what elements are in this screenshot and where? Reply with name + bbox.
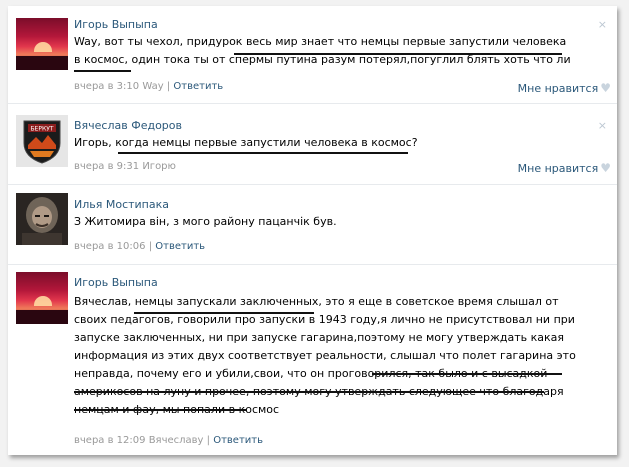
comment-line: Игорь, когда немцы первые запустили чело… [74, 136, 418, 149]
comment-meta: вчера в 12:09 Вячеславу | Ответить [74, 435, 263, 446]
heart-icon: ♥ [600, 81, 611, 95]
comment-text: Way, вот ты чехол, придурок весь мир зна… [74, 33, 594, 69]
beriku-badge-icon: БЕРКУТ [16, 115, 68, 167]
heart-icon: ♥ [600, 161, 611, 175]
comment-line: Вячеслав, немцы запускали заключенных, э… [74, 295, 559, 308]
avatar[interactable] [16, 193, 68, 245]
sunset-sun-graphic [34, 296, 52, 306]
close-icon[interactable]: × [598, 119, 607, 132]
comment-author[interactable]: Илья Мостипака [74, 198, 169, 211]
underline-mark [74, 391, 544, 393]
like-button[interactable]: Мне нравится ♥ [518, 161, 611, 175]
like-label: Мне нравится [517, 162, 599, 175]
comment-text: Игорь, когда немцы первые запустили чело… [74, 134, 594, 152]
comment-time[interactable]: вчера в 3:10 [74, 81, 139, 92]
avatar[interactable] [16, 18, 68, 70]
reply-button[interactable]: Ответить [155, 241, 205, 252]
comments-panel: Игорь Выпыпа × Way, вот ты чехол, придур… [8, 6, 617, 455]
reply-to-name[interactable]: Way [142, 81, 163, 92]
comment-time[interactable]: вчера в 10:06 [74, 241, 146, 252]
comment-author[interactable]: Вячеслав Федоров [74, 119, 182, 132]
underline-mark [234, 53, 562, 55]
comment-author[interactable]: Игорь Выпыпа [74, 18, 158, 31]
comment-line: Way, вот ты чехол, придурок весь мир зна… [74, 35, 567, 48]
meta-separator: | [206, 435, 211, 446]
person-photo-icon [16, 193, 68, 245]
sunset-land-graphic [16, 56, 68, 70]
reply-button[interactable]: Ответить [173, 81, 223, 92]
comment-meta: вчера в 10:06 | Ответить [74, 241, 205, 252]
comment-separator [8, 184, 617, 185]
underline-mark [372, 373, 562, 375]
badge-text: БЕРКУТ [30, 126, 53, 133]
comment-author[interactable]: Игорь Выпыпа [74, 276, 158, 289]
sunset-sun-graphic [34, 42, 52, 52]
sunset-land-graphic [16, 310, 68, 324]
meta-separator: | [148, 241, 153, 252]
comment-separator [8, 264, 617, 265]
reply-to-name[interactable]: Игорю [142, 161, 176, 172]
comment-line: З Житомира він, з мого району пацанчік б… [74, 215, 337, 228]
reply-button[interactable]: Ответить [213, 435, 263, 446]
close-icon[interactable]: × [598, 18, 607, 31]
underline-mark [74, 409, 246, 411]
underline-mark [74, 70, 131, 72]
meta-separator: | [166, 81, 171, 92]
comment-text: З Житомира він, з мого району пацанчік б… [74, 213, 594, 231]
comment-time[interactable]: вчера в 12:09 [74, 435, 146, 446]
comment-line: информация из этих двух соответствует ре… [74, 349, 576, 362]
like-button[interactable]: Мне нравится ♥ [518, 81, 611, 95]
comment-time[interactable]: вчера в 9:31 [74, 161, 139, 172]
comment-meta: вчера в 3:10 Way | Ответить [74, 81, 223, 92]
underline-mark [134, 312, 314, 314]
avatar[interactable] [16, 272, 68, 324]
like-label: Мне нравится [517, 82, 599, 95]
reply-to-name[interactable]: Вячеславу [149, 435, 204, 446]
comment-line: запуске заключенных, ни при запуске гага… [74, 331, 564, 344]
comment-meta: вчера в 9:31 Игорю [74, 161, 176, 172]
avatar[interactable]: БЕРКУТ [16, 115, 68, 167]
comment-separator [8, 103, 617, 104]
underline-mark [118, 152, 408, 154]
